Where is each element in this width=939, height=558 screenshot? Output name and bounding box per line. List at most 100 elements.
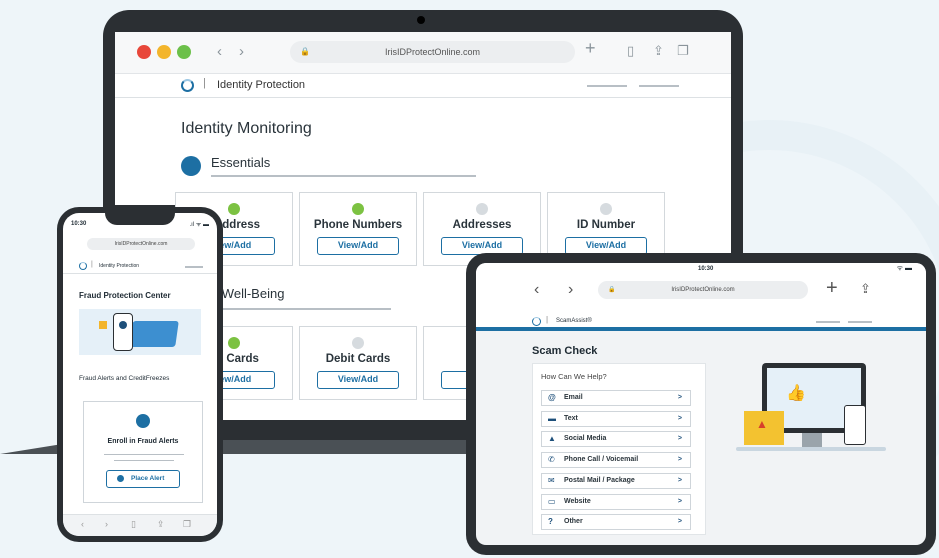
- forward-icon[interactable]: ›: [239, 43, 244, 60]
- help-item-label: Website: [564, 497, 591, 505]
- help-item[interactable]: @ Email >: [541, 390, 691, 406]
- status-dot: [352, 203, 364, 215]
- help-panel: How Can We Help? @ Email > ▬ Text > ▲ Social Me…: [532, 363, 706, 535]
- share-icon[interactable]: ⇪: [860, 281, 871, 297]
- tablet-url-text: IrisIDProtectOnline.com: [671, 287, 735, 293]
- section-underline: [211, 175, 476, 177]
- forward-icon[interactable]: ›: [568, 281, 573, 299]
- minimize-dot[interactable]: [157, 45, 171, 59]
- laptop-camera: [417, 16, 425, 24]
- phone-icon: ✆: [548, 455, 555, 465]
- status-dot: [476, 203, 488, 215]
- chevron-right-icon: >: [677, 435, 682, 443]
- place-alert-button[interactable]: Place Alert: [106, 470, 180, 488]
- help-item-label: Text: [564, 414, 578, 422]
- new-tab-icon[interactable]: +: [585, 38, 596, 59]
- logo-icon: [79, 262, 87, 270]
- enroll-title: Enroll in Fraud Alerts: [107, 438, 179, 445]
- phone-time: 10:30: [71, 221, 87, 227]
- back-icon[interactable]: ‹: [217, 43, 222, 60]
- phone-header: | Identity Protection: [63, 260, 217, 274]
- maximize-dot[interactable]: [177, 45, 191, 59]
- menu-line[interactable]: [587, 85, 627, 87]
- status-dot: [228, 337, 240, 349]
- status-icons: .ıl ᯤ ▬: [189, 222, 209, 228]
- alert-icon: [99, 321, 107, 329]
- card-label: ID Number: [576, 219, 636, 231]
- help-item-label: Social Media: [564, 435, 607, 443]
- back-icon[interactable]: ‹: [534, 281, 539, 299]
- chevron-right-icon: >: [677, 518, 682, 526]
- help-item-label: Other: [564, 518, 583, 526]
- button-dot-icon: [117, 475, 124, 482]
- phone-toolbar: ‹ › ▯ ⇪ ❐: [63, 514, 217, 536]
- url-text: IrisIDProtectOnline.com: [384, 47, 481, 57]
- monitor-card: Debit Cards View/Add: [299, 326, 417, 400]
- enroll-icon: [136, 414, 150, 428]
- tablet-time: 10:30: [698, 266, 714, 272]
- tabs-icon[interactable]: ❐: [183, 519, 191, 530]
- back-icon[interactable]: ‹: [81, 519, 84, 529]
- help-item-label: Postal Mail / Package: [564, 476, 635, 484]
- page-title: Identity Monitoring: [181, 120, 312, 137]
- help-item[interactable]: ? Other >: [541, 514, 691, 531]
- chevron-right-icon: >: [677, 497, 682, 505]
- phone: 10:30 .ıl ᯤ ▬ IrisIDProtectOnline.com | …: [57, 205, 223, 542]
- logo-icon: [181, 79, 194, 92]
- menu-line[interactable]: [848, 321, 872, 323]
- brand-name: Identity Protection: [217, 79, 306, 91]
- help-title: How Can We Help?: [541, 372, 607, 381]
- help-item-label: Email: [564, 394, 583, 401]
- section-essentials: Essentials: [211, 155, 271, 170]
- help-item[interactable]: ▲ Social Media >: [541, 431, 691, 448]
- logo-icon: [532, 317, 541, 326]
- help-item[interactable]: ✆ Phone Call / Voicemail >: [541, 452, 691, 469]
- bell-icon: [119, 321, 127, 329]
- card-label: Addresses: [452, 219, 512, 231]
- share-icon[interactable]: ⇪: [653, 43, 664, 59]
- help-item[interactable]: ✉ Postal Mail / Package >: [541, 472, 691, 489]
- chevron-right-icon: >: [677, 394, 682, 401]
- help-item[interactable]: ▬ Text >: [541, 410, 691, 427]
- tabs-icon[interactable]: ❐: [677, 43, 689, 59]
- view-add-button[interactable]: View/Add: [317, 237, 399, 255]
- question-icon: ?: [548, 517, 553, 527]
- forward-icon[interactable]: ›: [105, 519, 108, 529]
- phone-title: Fraud Protection Center: [79, 291, 171, 300]
- phone-subtitle: Fraud Alerts and CreditFreezes: [79, 375, 170, 382]
- status-icons: ᯤ ▬: [896, 265, 912, 272]
- tablet-brand: ScamAssist®: [556, 318, 592, 324]
- close-dot[interactable]: [137, 45, 151, 59]
- tablet-url-bar[interactable]: 🔒 IrisIDProtectOnline.com: [598, 281, 808, 299]
- book-icon[interactable]: ▯: [131, 519, 136, 530]
- tablet-screen: 10:30 ᯤ ▬ ‹ › 🔒 IrisIDProtectOnline.com +…: [476, 263, 926, 545]
- divider: [114, 460, 174, 461]
- view-add-button[interactable]: View/Add: [317, 371, 399, 389]
- share-icon[interactable]: ⇪: [157, 519, 165, 530]
- status-dot: [228, 203, 240, 215]
- new-tab-icon[interactable]: +: [826, 277, 838, 300]
- menu-line[interactable]: [185, 266, 203, 268]
- chevron-right-icon: >: [677, 456, 682, 464]
- lock-icon: 🔒: [300, 47, 310, 56]
- monitor-icon: ▭: [548, 496, 556, 506]
- help-item[interactable]: ▭ Website >: [541, 493, 691, 510]
- scam-illustration: ▲ 👍: [726, 353, 896, 473]
- book-icon[interactable]: ▯: [627, 43, 634, 59]
- phone-screen: 10:30 .ıl ᯤ ▬ IrisIDProtectOnline.com | …: [63, 213, 217, 536]
- phone-url-bar[interactable]: IrisIDProtectOnline.com: [87, 238, 195, 250]
- divider: [104, 454, 184, 455]
- warning-icon: ▲: [756, 417, 768, 431]
- phone-url-text: IrisIDProtectOnline.com: [114, 241, 168, 247]
- menu-line[interactable]: [639, 85, 679, 87]
- status-dot: [352, 337, 364, 349]
- status-dot: [600, 203, 612, 215]
- site-header: | Identity Protection: [115, 74, 731, 98]
- menu-line[interactable]: [816, 321, 840, 323]
- monitor-card: Phone Numbers View/Add: [299, 192, 417, 266]
- tablet: 10:30 ᯤ ▬ ‹ › 🔒 IrisIDProtectOnline.com +…: [466, 253, 936, 555]
- url-bar[interactable]: 🔒 IrisIDProtectOnline.com: [290, 41, 575, 63]
- help-item-label: Phone Call / Voicemail: [564, 456, 639, 464]
- fraud-illustration: [79, 309, 201, 355]
- chevron-right-icon: >: [677, 414, 682, 422]
